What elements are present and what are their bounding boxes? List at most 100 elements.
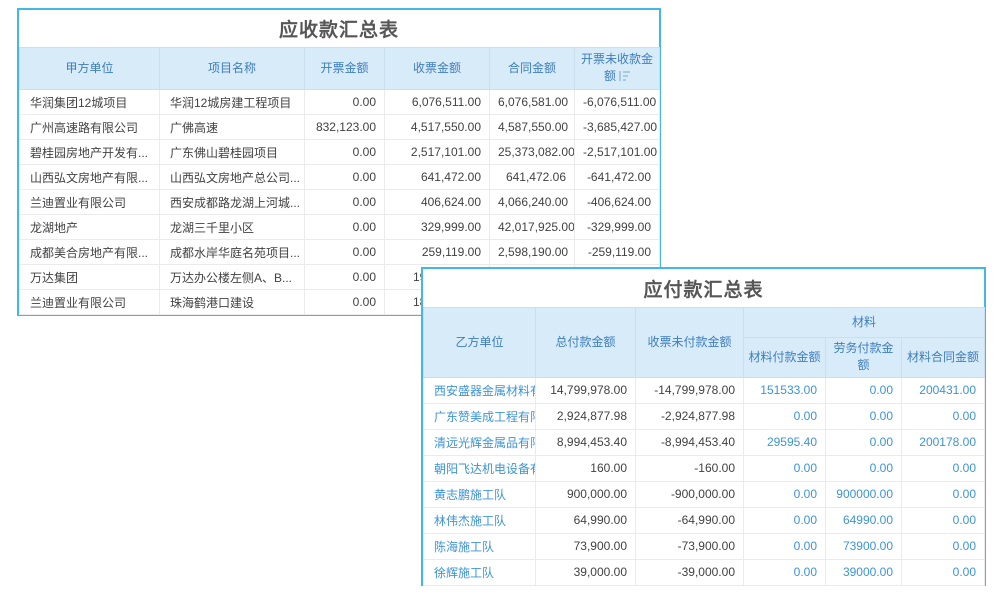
table-cell: 0.00 [744,533,826,559]
table-cell: -14,799,978.00 [636,377,744,403]
table-row: 兰迪置业有限公司西安成都路龙湖上河城...0.00406,624.004,066… [20,190,660,215]
col-header-material-contract: 材料合同金额 [902,338,985,378]
table-cell: 0.00 [902,403,985,429]
table-cell: 0.00 [305,290,385,315]
receivables-header: 甲方单位 项目名称 开票金额 收票金额 合同金额 开票未收款金额 [20,48,660,90]
table-cell: 0.00 [305,165,385,190]
table-cell: 25,373,082.00 [490,140,575,165]
table-cell: -2,517,101.00 [575,140,660,165]
table-cell: 0.00 [744,481,826,507]
table-cell: 329,999.00 [385,215,490,240]
table-cell[interactable]: 陈海施工队 [424,533,536,559]
payables-body: 西安盛器金属材料有14,799,978.00-14,799,978.001515… [424,377,985,585]
table-cell: 6,076,581.00 [490,90,575,115]
table-cell: 8,994,453.40 [536,429,636,455]
table-cell: -64,990.00 [636,507,744,533]
table-cell: 万达集团 [20,265,160,290]
table-cell: 4,587,550.00 [490,115,575,140]
table-cell: 641,472.06 [490,165,575,190]
table-row: 广州高速路有限公司广佛高速832,123.004,517,550.004,587… [20,115,660,140]
table-cell: 山西弘文房地产总公司... [160,165,305,190]
table-cell: 2,924,877.98 [536,403,636,429]
table-cell: 兰迪置业有限公司 [20,290,160,315]
col-header-material-payment: 材料付款金额 [744,338,826,378]
payables-summary-card: 应付款汇总表 乙方单位 总付款金额 收票未付款金额 材料 材料付款金额 劳务付款… [421,267,986,586]
table-cell: 广东佛山碧桂园项目 [160,140,305,165]
table-row: 成都美合房地产有限...成都水岸华庭名苑项目...0.00259,119.002… [20,240,660,265]
table-cell: 6,076,511.00 [385,90,490,115]
table-cell[interactable]: 黄志鹏施工队 [424,481,536,507]
table-cell: 200431.00 [902,377,985,403]
table-row: 碧桂园房地产开发有...广东佛山碧桂园项目0.002,517,101.0025,… [20,140,660,165]
table-cell: 29595.40 [744,429,826,455]
table-cell[interactable]: 朝阳飞达机电设备有 [424,455,536,481]
table-cell: 39,000.00 [536,559,636,585]
table-row: 龙湖地产龙湖三千里小区0.00329,999.0042,017,925.00-3… [20,215,660,240]
table-cell: 0.00 [305,265,385,290]
table-cell: 广州高速路有限公司 [20,115,160,140]
table-cell: 2,517,101.00 [385,140,490,165]
col-header-receipt-unpaid: 收票未付款金额 [636,308,744,378]
table-cell: 39000.00 [826,559,902,585]
table-cell: 0.00 [744,455,826,481]
table-cell[interactable]: 清远光辉金属品有限 [424,429,536,455]
table-row: 朝阳飞达机电设备有160.00-160.000.000.000.00 [424,455,985,481]
table-cell: 碧桂园房地产开发有... [20,140,160,165]
table-cell[interactable]: 徐辉施工队 [424,559,536,585]
col-header-party-b: 乙方单位 [424,308,536,378]
table-cell: 成都美合房地产有限... [20,240,160,265]
table-cell: 山西弘文房地产有限... [20,165,160,190]
sort-icon[interactable] [619,69,630,86]
table-cell: 0.00 [305,240,385,265]
table-cell: 华润12城房建工程项目 [160,90,305,115]
table-cell: 珠海鹤港口建设 [160,290,305,315]
col-header-labor-payment: 劳务付款金额 [826,338,902,378]
col-header-total-payment: 总付款金额 [536,308,636,378]
table-cell[interactable]: 广东赞美成工程有限 [424,403,536,429]
table-cell: -39,000.00 [636,559,744,585]
table-cell: -3,685,427.00 [575,115,660,140]
table-cell: 2,598,190.00 [490,240,575,265]
table-row: 华润集团12城项目华润12城房建工程项目0.006,076,511.006,07… [20,90,660,115]
table-cell: 0.00 [744,507,826,533]
table-cell: 0.00 [826,377,902,403]
table-row: 徐辉施工队39,000.00-39,000.000.0039000.000.00 [424,559,985,585]
table-row: 山西弘文房地产有限...山西弘文房地产总公司...0.00641,472.006… [20,165,660,190]
receivables-title: 应收款汇总表 [19,10,659,47]
payables-table: 乙方单位 总付款金额 收票未付款金额 材料 材料付款金额 劳务付款金额 材料合同… [423,307,985,586]
table-cell: 73900.00 [826,533,902,559]
table-cell: -2,924,877.98 [636,403,744,429]
table-cell: -73,900.00 [636,533,744,559]
table-row: 黄志鹏施工队900,000.00-900,000.000.00900000.00… [424,481,985,507]
table-cell: 641,472.00 [385,165,490,190]
table-cell: 406,624.00 [385,190,490,215]
col-group-material: 材料 [744,308,985,338]
table-cell: 73,900.00 [536,533,636,559]
table-row: 陈海施工队73,900.00-73,900.000.0073900.000.00 [424,533,985,559]
table-cell: 0.00 [902,559,985,585]
table-cell: 64,990.00 [536,507,636,533]
table-cell: 160.00 [536,455,636,481]
table-cell: 华润集团12城项目 [20,90,160,115]
table-cell: -6,076,511.00 [575,90,660,115]
table-cell: 0.00 [305,215,385,240]
col-header-invoiced-unreceived[interactable]: 开票未收款金额 [575,48,660,90]
table-cell: -8,994,453.40 [636,429,744,455]
table-row: 清远光辉金属品有限8,994,453.40-8,994,453.4029595.… [424,429,985,455]
table-cell: 259,119.00 [385,240,490,265]
table-cell: 0.00 [902,455,985,481]
table-cell: 0.00 [826,429,902,455]
col-header-invoice-amount: 开票金额 [305,48,385,90]
table-cell[interactable]: 西安盛器金属材料有 [424,377,536,403]
table-cell: 0.00 [305,190,385,215]
table-cell: 广佛高速 [160,115,305,140]
col-header-receipt-amount: 收票金额 [385,48,490,90]
col-header-party-a: 甲方单位 [20,48,160,90]
table-row: 广东赞美成工程有限2,924,877.98-2,924,877.980.000.… [424,403,985,429]
table-cell: -329,999.00 [575,215,660,240]
col-header-invoiced-unreceived-label: 开票未收款金额 [581,52,653,83]
table-cell: 200178.00 [902,429,985,455]
table-cell: 0.00 [902,507,985,533]
table-cell: 西安成都路龙湖上河城... [160,190,305,215]
table-cell[interactable]: 林伟杰施工队 [424,507,536,533]
